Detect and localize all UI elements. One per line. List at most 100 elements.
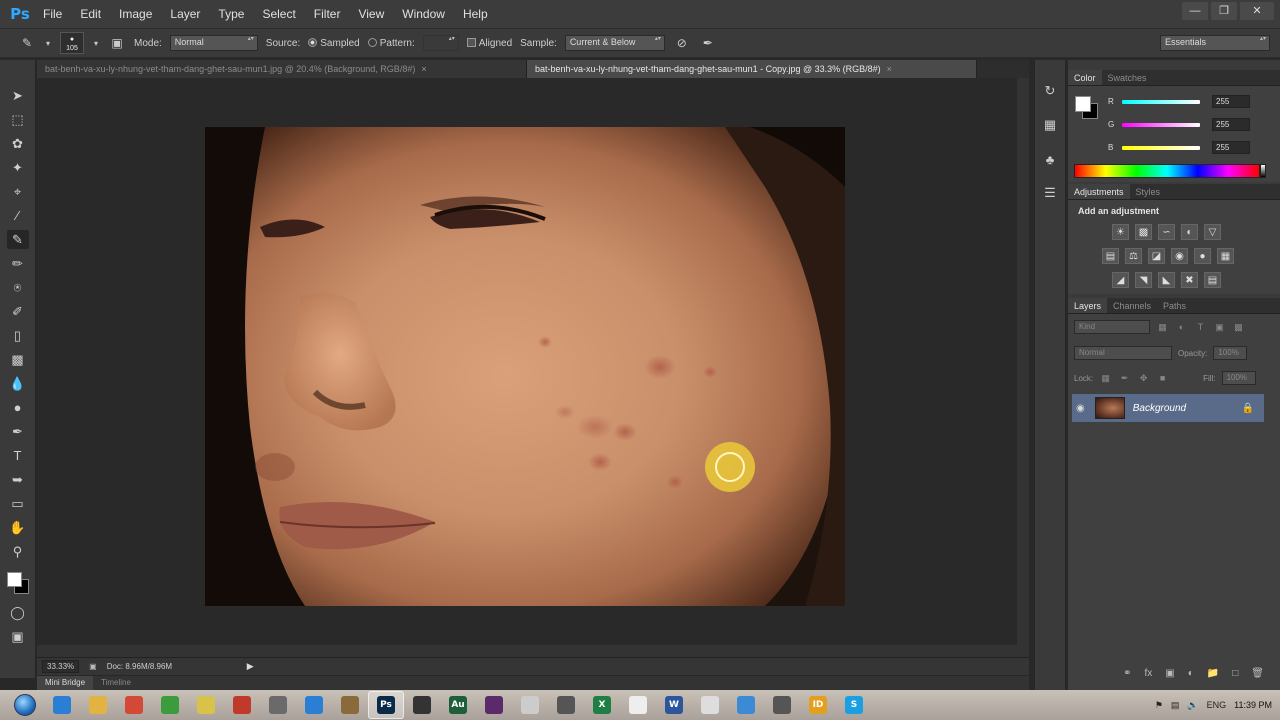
tab-swatches[interactable]: Swatches [1102, 70, 1153, 85]
taskbar-app-app-x[interactable] [764, 691, 800, 719]
menu-help[interactable]: Help [454, 0, 497, 28]
pattern-radio[interactable]: Pattern: [367, 38, 415, 49]
layer-background[interactable]: ◉ Background 🔒 [1072, 394, 1264, 422]
status-info-icon[interactable]: ▣ [89, 662, 97, 671]
levels-icon[interactable]: ▩ [1135, 224, 1152, 240]
close-icon[interactable]: ✕ [1240, 2, 1274, 20]
language-indicator[interactable]: ENG [1207, 700, 1227, 710]
layer-visibility-eye-icon[interactable]: ◉ [1076, 403, 1085, 414]
taskbar-app-app-light[interactable] [512, 691, 548, 719]
eraser-tool-icon[interactable]: ▯ [7, 326, 29, 345]
tab-layers[interactable]: Layers [1068, 298, 1108, 313]
screen-mode-icon[interactable]: ▣ [7, 627, 29, 646]
tab-timeline[interactable]: Timeline [93, 676, 139, 690]
tab-channels[interactable]: Channels [1107, 298, 1157, 313]
clone-source-panel-icon[interactable]: ▣ [108, 34, 126, 52]
blue-value-input[interactable]: 255 [1212, 141, 1250, 154]
spot-healing-brush-tool-icon[interactable]: ✎ [6, 230, 29, 249]
menu-file[interactable]: File [34, 0, 71, 28]
color-spectrum-bw[interactable] [1260, 164, 1266, 178]
taskbar-app-word[interactable]: W [656, 691, 692, 719]
tab-paths[interactable]: Paths [1157, 298, 1192, 313]
layer-style-icon[interactable]: fx [1145, 668, 1153, 679]
taskbar-app-skype[interactable]: S [836, 691, 872, 719]
history-panel-icon[interactable]: ↻ [1039, 80, 1061, 102]
taskbar-app-premiere[interactable] [476, 691, 512, 719]
tray-network-icon[interactable]: ▤ [1171, 700, 1180, 711]
tray-volume-icon[interactable]: 🔊 [1187, 700, 1198, 711]
mode-select[interactable]: Normal [169, 35, 258, 51]
taskbar-app-app-red[interactable] [224, 691, 260, 719]
tab-close-icon[interactable]: × [887, 64, 892, 74]
green-slider[interactable] [1122, 122, 1200, 127]
delete-layer-icon[interactable]: 🗑 [1251, 668, 1264, 679]
vertical-scrollbar[interactable] [1017, 78, 1029, 659]
clock[interactable]: 11:39 PM [1234, 700, 1272, 710]
quick-mask-icon[interactable]: ◯ [7, 603, 29, 622]
new-group-icon[interactable]: 📁 [1207, 668, 1219, 679]
hue-saturation-icon[interactable]: ▤ [1102, 248, 1119, 264]
canvas[interactable] [37, 78, 1017, 659]
gradient-map-icon[interactable]: ▤ [1204, 272, 1221, 288]
taskbar-app-app-dark[interactable] [404, 691, 440, 719]
color-lookup-icon[interactable]: ▦ [1217, 248, 1234, 264]
color-panel-foreground-swatch[interactable] [1075, 96, 1091, 112]
color-swatches[interactable] [5, 570, 31, 598]
layer-kind-filter[interactable]: Kind [1074, 320, 1150, 334]
restore-icon[interactable]: ❐ [1211, 2, 1237, 20]
gradient-tool-icon[interactable]: ▩ [7, 350, 29, 369]
filter-smart-object-icon[interactable]: ▩ [1232, 321, 1245, 334]
aligned-checkbox[interactable]: Aligned [466, 38, 512, 49]
layer-name[interactable]: Background [1133, 403, 1186, 414]
new-adjustment-layer-icon[interactable]: ◐ [1188, 668, 1194, 679]
rectangle-tool-icon[interactable]: ▭ [7, 494, 29, 513]
properties-panel-icon[interactable]: ▦ [1039, 114, 1061, 136]
channel-mixer-icon[interactable]: ● [1194, 248, 1211, 264]
red-slider[interactable] [1122, 99, 1200, 104]
lock-pixels-icon[interactable]: ✒ [1118, 372, 1131, 385]
taskbar-app-app-yellow[interactable]: ID [800, 691, 836, 719]
zoom-level[interactable]: 33.33% [42, 660, 80, 673]
brush-size-picker[interactable]: ● 105 [60, 32, 84, 54]
tab-close-icon[interactable]: × [421, 64, 426, 74]
move-tool-icon[interactable]: ➤ [7, 86, 29, 105]
blur-tool-icon[interactable]: 💧 [7, 374, 29, 393]
taskbar-app-chrome[interactable] [116, 691, 152, 719]
lock-all-icon[interactable]: ■ [1156, 372, 1169, 385]
menu-select[interactable]: Select [253, 0, 304, 28]
menu-image[interactable]: Image [110, 0, 161, 28]
menu-view[interactable]: View [349, 0, 393, 28]
color-balance-icon[interactable]: ⚖ [1125, 248, 1142, 264]
black-white-icon[interactable]: ◪ [1148, 248, 1165, 264]
fill-input[interactable]: 100% [1221, 371, 1256, 385]
threshold-icon[interactable]: ◣ [1158, 272, 1175, 288]
brush-presets-panel-icon[interactable]: ♣ [1039, 148, 1061, 170]
brush-tool-icon[interactable]: ✏ [7, 254, 29, 273]
red-value-input[interactable]: 255 [1212, 95, 1250, 108]
marquee-tool-icon[interactable]: ⬚ [7, 110, 29, 129]
tab-styles[interactable]: Styles [1130, 184, 1167, 199]
sampled-radio[interactable]: Sampled [308, 38, 360, 49]
filter-pixel-icon[interactable]: ▦ [1156, 321, 1169, 334]
filter-type-icon[interactable]: T [1194, 321, 1207, 334]
menu-window[interactable]: Window [393, 0, 454, 28]
filter-shape-icon[interactable]: ▣ [1213, 321, 1226, 334]
taskbar-app-app-globe[interactable] [728, 691, 764, 719]
preset-dropdown-icon[interactable]: ▾ [44, 34, 52, 52]
brightness-contrast-icon[interactable]: ☀ [1112, 224, 1129, 240]
sample-select[interactable]: Current & Below [564, 35, 665, 51]
taskbar-app-audition[interactable]: Au [440, 691, 476, 719]
brush-dropdown-icon[interactable]: ▾ [92, 34, 100, 52]
lock-transparency-icon[interactable]: ▦ [1099, 372, 1112, 385]
taskbar-app-ie[interactable] [44, 691, 80, 719]
menu-layer[interactable]: Layer [161, 0, 209, 28]
tab-color[interactable]: Color [1068, 70, 1102, 85]
pattern-picker[interactable] [422, 35, 459, 51]
menu-filter[interactable]: Filter [305, 0, 350, 28]
type-tool-icon[interactable]: T [7, 446, 29, 465]
taskbar-app-notepad[interactable] [188, 691, 224, 719]
taskbar-app-app-tools[interactable] [332, 691, 368, 719]
character-panel-icon[interactable]: ☰ [1039, 182, 1061, 204]
taskbar-app-explorer[interactable] [80, 691, 116, 719]
green-value-input[interactable]: 255 [1212, 118, 1250, 131]
